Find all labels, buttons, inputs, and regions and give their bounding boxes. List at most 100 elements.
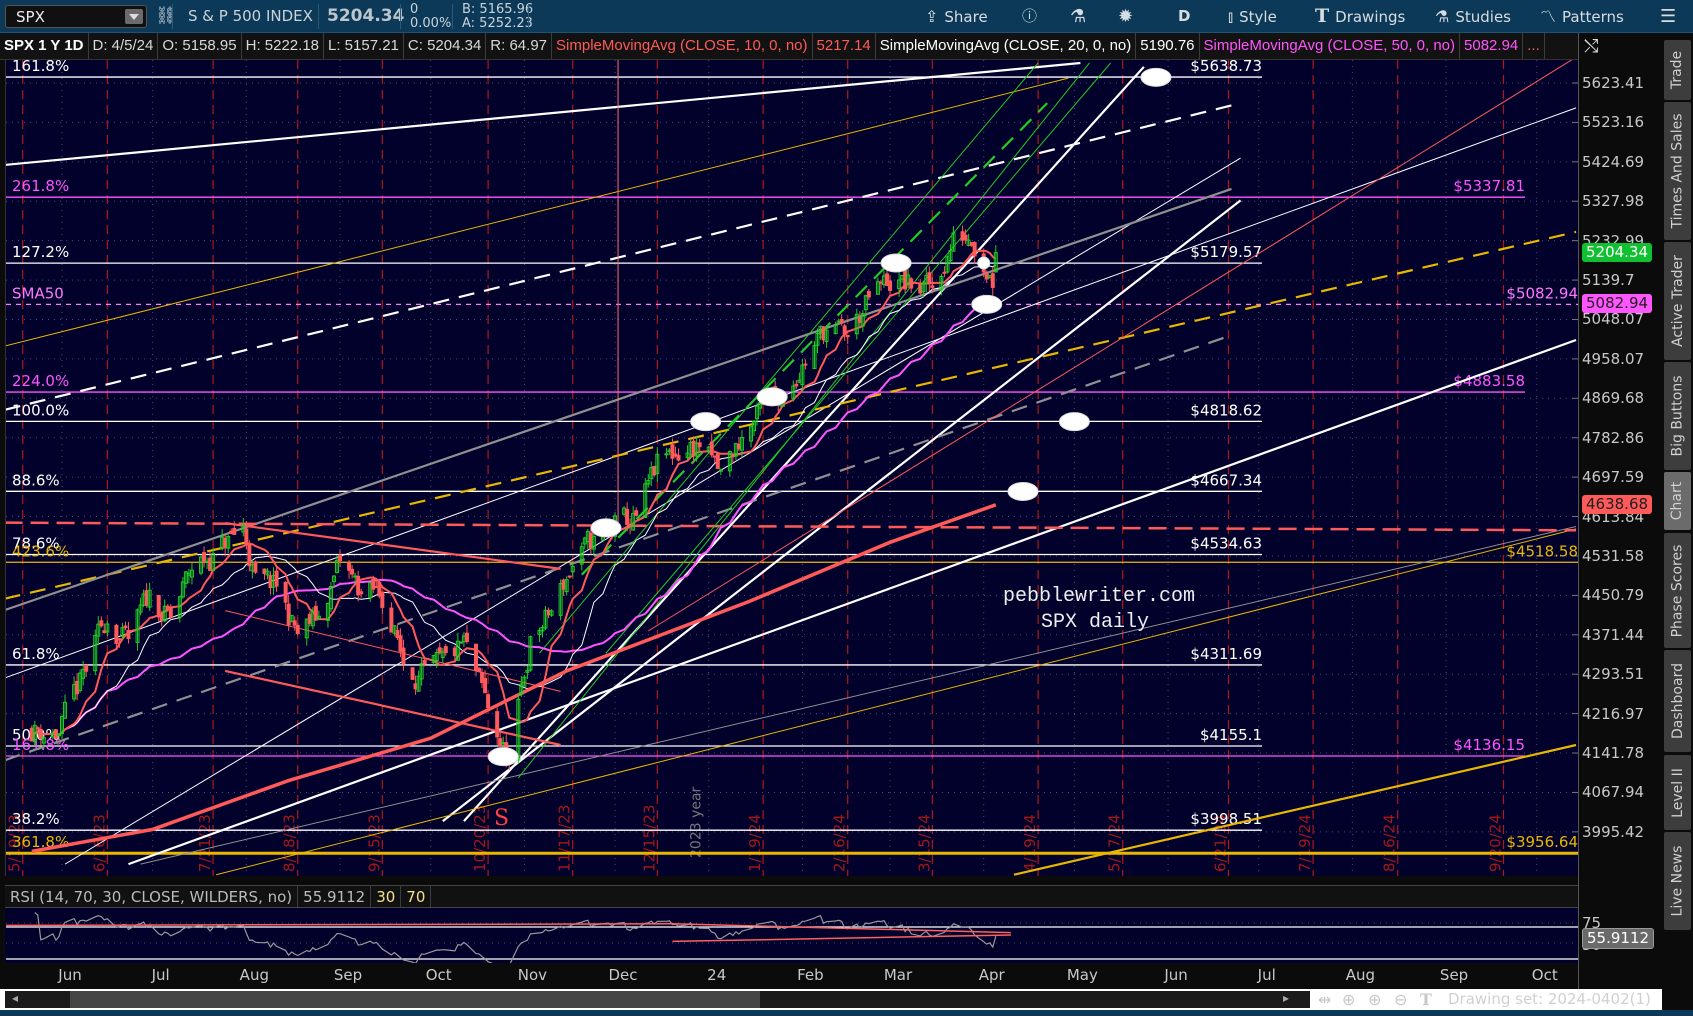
flask-icon: ⚗ (1435, 7, 1450, 26)
info-icon[interactable]: ⓘ (1022, 0, 1037, 33)
sidebar-tab-phase-scores[interactable]: Phase Scores (1664, 533, 1691, 648)
sidebar-tab-label: Big Buttons (1669, 375, 1686, 457)
time-axis-label: Sep (1439, 966, 1469, 984)
time-axis-label: Oct (425, 966, 452, 984)
time-axis[interactable] (0, 963, 1578, 987)
sidebar-tab-big-buttons[interactable]: Big Buttons (1664, 362, 1691, 470)
time-axis-label: Aug (239, 966, 269, 984)
time-axis-label: Jul (151, 966, 170, 984)
share-button[interactable]: ⇪ Share (925, 0, 988, 33)
flask-icon[interactable]: ⚗ (1070, 0, 1086, 33)
time-axis-label: 24 (707, 966, 727, 984)
sidebar-tab-trade[interactable]: Trade (1664, 40, 1691, 100)
drawings-button[interactable]: T Drawings (1315, 0, 1405, 33)
chart-header: SPX 1 Y 1D D: 4/5/24 O: 5158.95 H: 5222.… (0, 33, 1578, 60)
rsi-overbought: 70 (401, 886, 432, 907)
bar-low: L: 5157.21 (324, 33, 404, 59)
sidebar-tab-times-and-sales[interactable]: Times And Sales (1664, 102, 1691, 240)
time-axis-label: Aug (1345, 966, 1376, 984)
patterns-button[interactable]: 〽 Patterns (1540, 0, 1624, 33)
price-tick-label: 4293.51 (1582, 665, 1645, 684)
sma10-value: 5217.14 (813, 33, 876, 59)
top-toolbar: SPX ⛓ S & P 500 INDEX 5204.34 0 0.00% B:… (0, 0, 1693, 33)
drawing-set[interactable]: Drawing set: 2024-0402(1) (1448, 990, 1651, 1008)
last-price: 5204.34 (327, 6, 405, 26)
rsi-header: RSI (14, 70, 30, CLOSE, WILDERS, no) 55.… (5, 885, 1578, 908)
sidebar-tab-active-trader[interactable]: Active Trader (1664, 242, 1691, 360)
text-t-icon[interactable]: T (1420, 990, 1432, 1009)
time-axis-label: Jul (1257, 966, 1276, 984)
time-axis-label: Feb (797, 966, 824, 984)
bar-high: H: 5222.18 (242, 33, 324, 59)
symbol-value: SPX (16, 8, 45, 26)
style-button[interactable]: ⫾ Style (1228, 0, 1277, 33)
auto-scale-icon[interactable]: ⤭ (1584, 36, 1598, 57)
sma50-value: 5082.94 (1460, 33, 1524, 59)
price-chart-area[interactable] (5, 60, 1578, 876)
chart-title: SPX 1 Y 1D (0, 33, 89, 59)
time-axis-label: Dec (608, 966, 638, 984)
price-badge: 5082.94 (1582, 294, 1653, 314)
time-axis-label: Sep (333, 966, 363, 984)
price-tick-label: 4371.44 (1582, 625, 1645, 644)
symbol-description: S & P 500 INDEX (188, 7, 313, 25)
text-t-icon: T (1315, 5, 1330, 27)
bar-close: C: 5204.34 (404, 33, 487, 59)
sidebar-tab-label: Chart (1669, 481, 1686, 521)
time-axis-label: Apr (978, 966, 1005, 984)
link-icon[interactable]: ⛓ (155, 0, 177, 33)
gear-icon[interactable]: ✹ (1118, 0, 1133, 33)
sidebar-tab-label: Phase Scores (1669, 544, 1686, 637)
share-label: Share (944, 8, 988, 26)
more-studies[interactable]: ... (1523, 33, 1545, 59)
zoom-in-icon[interactable]: ⊕ (1368, 990, 1381, 1009)
sidebar-tab-label: Trade (1669, 50, 1686, 90)
scroll-right-icon[interactable]: ▸ (1283, 991, 1289, 1005)
price-tick-label: 4067.94 (1582, 783, 1645, 802)
scroll-left-icon[interactable]: ◂ (12, 991, 18, 1005)
price-tick-label: 4697.59 (1582, 468, 1645, 487)
chevron-down-icon[interactable] (125, 9, 143, 24)
pan-icon[interactable]: ⇹ (1318, 990, 1331, 1009)
sidebar-tab-dashboard[interactable]: Dashboard (1664, 650, 1691, 752)
price-tick-label: 5424.69 (1582, 152, 1645, 171)
rsi-value: 55.9112 (298, 886, 372, 907)
price-tick-label: 4782.86 (1582, 428, 1645, 447)
time-axis-label: Jun (58, 966, 82, 984)
bar-date: D: 4/5/24 (89, 33, 159, 59)
scrollbar-thumb[interactable] (70, 991, 760, 1008)
price-badge: 4638.68 (1582, 494, 1653, 514)
sma20-label[interactable]: SimpleMovingAvg (CLOSE, 20, 0, no) (876, 33, 1137, 59)
price-tick-label: 5327.98 (1582, 192, 1645, 211)
time-axis-label: Jun (1164, 966, 1188, 984)
bottom-strip (0, 1010, 1693, 1016)
price-tick-label: 4531.58 (1582, 546, 1645, 565)
time-axis-label: May (1066, 966, 1098, 984)
sidebar-tab-label: Live News (1669, 845, 1686, 917)
aggregation-button[interactable]: D (1178, 0, 1190, 33)
patterns-icon: 〽 (1540, 7, 1557, 26)
rsi-label[interactable]: RSI (14, 70, 30, CLOSE, WILDERS, no) (5, 886, 299, 907)
sma20-value: 5190.76 (1136, 33, 1200, 59)
sidebar-tab-level-ii[interactable]: Level II (1664, 755, 1691, 830)
bar-range: R: 64.97 (486, 33, 553, 59)
price-tick-label: 3995.42 (1582, 822, 1645, 841)
price-tick-label: 4216.97 (1582, 704, 1645, 723)
time-axis-label: Mar (883, 966, 913, 984)
rsi-value-badge: 55.9112 (1582, 928, 1655, 949)
sidebar-tab-chart[interactable]: Chart (1664, 472, 1691, 530)
zoom-out-icon[interactable]: ⊖ (1394, 990, 1407, 1009)
price-badge: 5204.34 (1582, 242, 1653, 262)
price-tick-label: 5623.41 (1582, 74, 1645, 92)
sma50-label[interactable]: SimpleMovingAvg (CLOSE, 50, 0, no) (1200, 33, 1461, 59)
sidebar-tab-live-news[interactable]: Live News (1664, 832, 1691, 930)
drawings-label: Drawings (1335, 8, 1406, 26)
studies-button[interactable]: ⚗ Studies (1435, 0, 1511, 33)
sidebar-tab-label: Dashboard (1669, 663, 1686, 739)
bar-open: O: 5158.95 (158, 33, 242, 59)
crosshair-icon[interactable]: ⊕ (1342, 990, 1355, 1009)
menu-icon[interactable]: ☰ (1660, 0, 1676, 33)
symbol-selector[interactable]: SPX (5, 5, 147, 28)
sma10-label[interactable]: SimpleMovingAvg (CLOSE, 10, 0, no) (552, 33, 813, 59)
rsi-panel[interactable] (5, 908, 1578, 963)
